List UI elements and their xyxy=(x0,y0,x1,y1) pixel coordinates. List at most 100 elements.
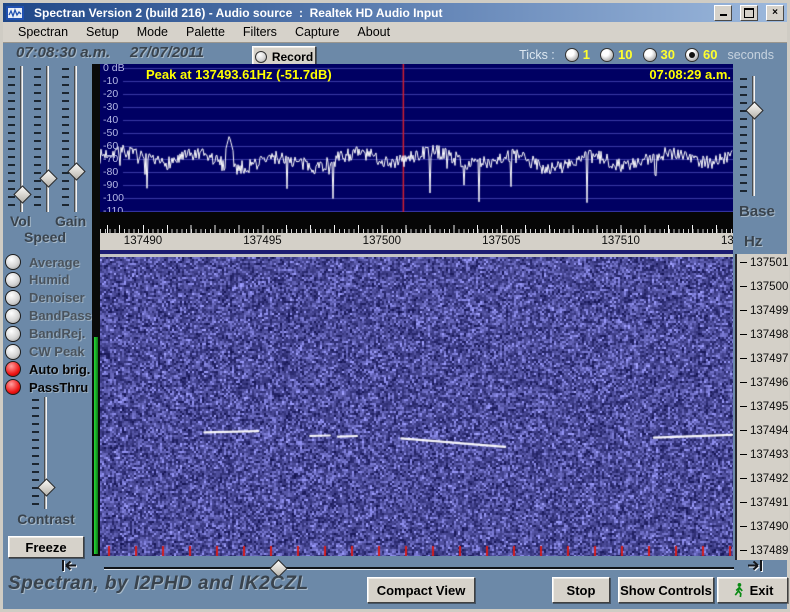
speed-label: Speed xyxy=(24,229,67,245)
waterfall-frequency-label: 137495 xyxy=(740,400,788,413)
slider-track[interactable] xyxy=(752,76,755,196)
ticks-radio-60[interactable] xyxy=(684,47,699,62)
waterfall-frequency-label: 137498 xyxy=(740,328,788,341)
gain-slider[interactable] xyxy=(60,66,86,212)
indicator-label: BandRej. xyxy=(29,326,86,342)
freeze-button[interactable]: Freeze xyxy=(8,536,84,558)
indicator-cw-peak[interactable]: CW Peak xyxy=(5,343,85,360)
menu-item-filters[interactable]: Filters xyxy=(234,23,286,41)
scroll-right-arrow[interactable] xyxy=(744,558,766,573)
speed-slider-thumb[interactable] xyxy=(39,169,58,188)
show-controls-button[interactable]: Show Controls xyxy=(618,577,714,603)
minimize-button[interactable] xyxy=(714,4,732,21)
close-button[interactable]: × xyxy=(766,4,784,21)
led-auto-brig[interactable] xyxy=(5,361,21,378)
menu-item-palette[interactable]: Palette xyxy=(177,23,234,41)
frequency-tick-label: 137500 xyxy=(362,235,402,247)
ticks-option-label: 1 xyxy=(582,47,591,62)
indicator-label: PassThru xyxy=(29,379,89,395)
spectrum-canvas[interactable] xyxy=(100,64,733,212)
led-denoiser[interactable] xyxy=(5,289,21,306)
led-humid[interactable] xyxy=(5,271,21,288)
frequency-tick-label: 137495 xyxy=(243,235,282,247)
record-label: Record xyxy=(271,49,314,64)
spectrum-panel[interactable]: 0 dB -10 -20 -30 -40 -50 -60 -70 -80 -90 -100 -110 … xyxy=(100,64,733,212)
indicator-label: BandPass xyxy=(29,308,92,324)
base-label: Base xyxy=(739,203,775,220)
ticks-option-1[interactable]: 1 xyxy=(564,47,591,62)
volume-label: Vol xyxy=(10,213,31,229)
ticks-option-10[interactable]: 10 xyxy=(600,47,633,62)
led-cw-peak[interactable] xyxy=(5,343,21,360)
led-average[interactable] xyxy=(5,254,21,270)
compact-view-label: Compact View xyxy=(376,582,466,598)
spectran-window: Spectran Version 2 (build 216) - Audio s… xyxy=(0,0,790,612)
clock-date: 27/07/2011 xyxy=(130,44,204,61)
menu-item-mode[interactable]: Mode xyxy=(128,23,177,41)
slider-track[interactable] xyxy=(46,66,49,212)
waterfall-frequency-label: 137493 xyxy=(740,448,788,461)
compact-view-button[interactable]: Compact View xyxy=(367,577,475,603)
stop-label: Stop xyxy=(566,582,596,598)
level-indicator-bar xyxy=(94,337,98,554)
ticks-option-label: 30 xyxy=(660,47,675,62)
ticks-radio-1[interactable] xyxy=(564,47,579,62)
ticks-radio-10[interactable] xyxy=(600,47,615,62)
waterfall-frequency-label: 137496 xyxy=(740,376,788,389)
frequency-tick-label: 137515 xyxy=(720,235,733,247)
exit-button[interactable]: Exit xyxy=(717,577,788,603)
maximize-button[interactable] xyxy=(740,4,758,21)
clock-time: 07:08:30 a.m. xyxy=(16,44,111,61)
speed-slider[interactable] xyxy=(32,66,58,212)
indicator-label: CW Peak xyxy=(29,344,85,359)
menu-item-capture[interactable]: Capture xyxy=(286,23,348,41)
stop-button[interactable]: Stop xyxy=(552,577,610,603)
indicator-label: Auto brig. xyxy=(29,361,91,377)
scrollbar-track[interactable] xyxy=(104,567,734,570)
indicator-average[interactable]: Average xyxy=(5,254,80,270)
ticks-option-60[interactable]: 60 xyxy=(684,47,717,62)
app-credit: Spectran, by I2PHD and IK2CZL xyxy=(8,573,309,594)
ticks-options: 1 10 30 60 xyxy=(564,47,717,62)
slider-track[interactable] xyxy=(74,66,77,212)
frequency-tick-label: 137505 xyxy=(482,235,521,247)
indicator-denoiser[interactable]: Denoiser xyxy=(5,289,85,306)
led-bandrej[interactable] xyxy=(5,325,21,342)
volume-slider-thumb[interactable] xyxy=(13,185,32,204)
waterfall-frequency-label: 137491 xyxy=(740,496,788,509)
frequency-tick-label: 137490 xyxy=(123,235,163,247)
indicator-label: Humid xyxy=(29,272,70,288)
ticks-group: Ticks : 1 10 30 60 seconds xyxy=(519,47,774,62)
waterfall-panel[interactable] xyxy=(100,257,733,556)
menu-item-about[interactable]: About xyxy=(348,23,399,41)
ticks-option-30[interactable]: 30 xyxy=(642,47,675,62)
frequency-ruler-ticks xyxy=(100,212,733,233)
waterfall-canvas[interactable] xyxy=(100,257,733,556)
record-led-icon xyxy=(254,50,267,63)
show-controls-label: Show Controls xyxy=(620,582,712,598)
contrast-slider-thumb[interactable] xyxy=(37,478,56,497)
contrast-slider[interactable] xyxy=(30,397,56,509)
base-slider-thumb[interactable] xyxy=(745,101,764,120)
indicator-passthru[interactable]: PassThru xyxy=(5,379,89,396)
volume-slider[interactable] xyxy=(6,66,32,212)
indicator-bandpass[interactable]: BandPass xyxy=(5,307,92,324)
menu-item-setup[interactable]: Setup xyxy=(77,23,128,41)
indicator-auto-brig[interactable]: Auto brig. xyxy=(5,361,91,378)
gain-slider-thumb[interactable] xyxy=(67,162,86,181)
menu-item-spectran[interactable]: Spectran xyxy=(9,23,77,41)
close-icon: × xyxy=(772,7,778,18)
indicator-bandrej[interactable]: BandRej. xyxy=(5,325,86,342)
waterfall-frequency-axis: 137501 137500 137499 137498 137497 137496 1374… xyxy=(735,254,789,560)
scroll-left-arrow[interactable] xyxy=(58,558,80,573)
freeze-label: Freeze xyxy=(25,539,67,555)
slider-ticks xyxy=(8,68,15,210)
led-bandpass[interactable] xyxy=(5,307,21,324)
base-slider[interactable] xyxy=(738,76,764,196)
ticks-radio-30[interactable] xyxy=(642,47,657,62)
frequency-tick-label: 137510 xyxy=(601,235,640,247)
led-passthru[interactable] xyxy=(5,379,21,396)
waterfall-frequency-label: 137500 xyxy=(740,280,788,293)
indicator-humid[interactable]: Humid xyxy=(5,271,70,288)
waterfall-frequency-label: 137492 xyxy=(740,472,788,485)
